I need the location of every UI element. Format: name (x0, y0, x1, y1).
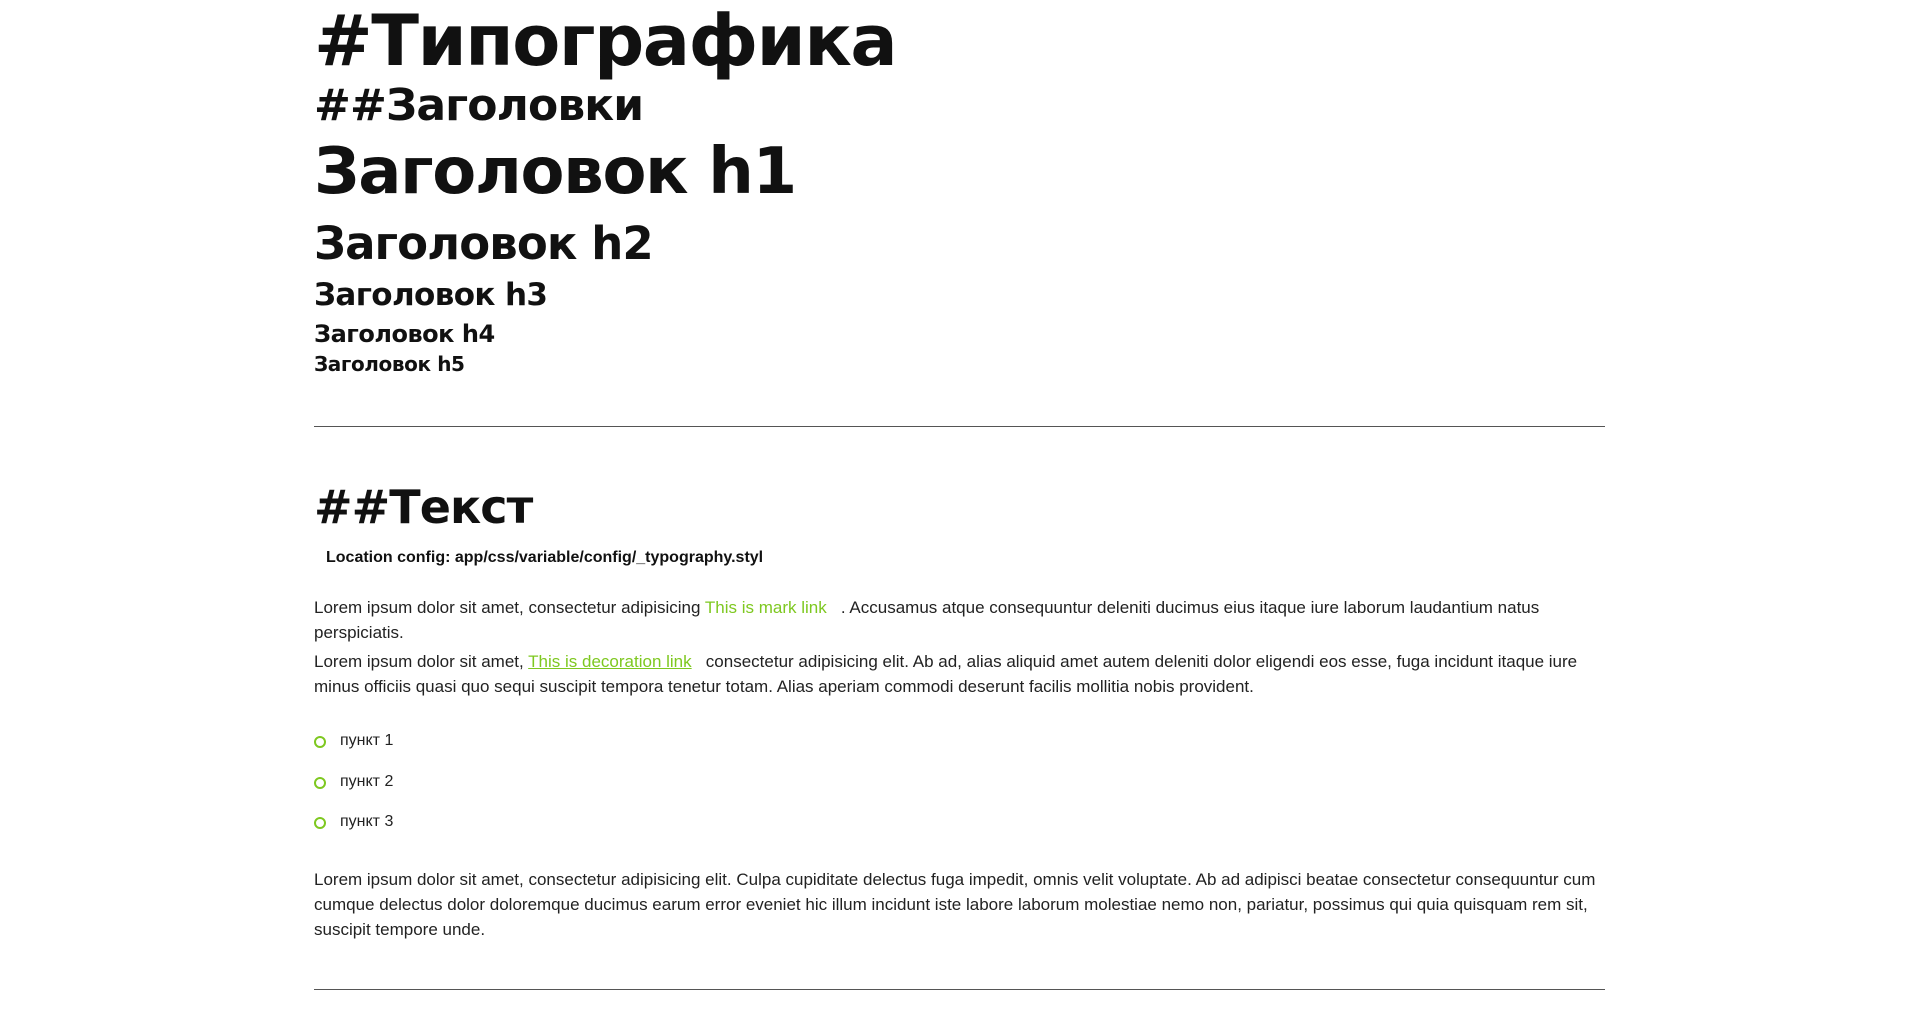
circle-bullet-icon (314, 776, 326, 789)
heading-h5-sample: Заголовок h5 (314, 352, 465, 376)
paragraph: Lorem ipsum dolor sit amet, consectetur … (314, 870, 1596, 939)
list-item-label: пункт 1 (340, 732, 394, 749)
section-title-text: ##Текст (314, 480, 533, 534)
heading-h3-sample: Заголовок h3 (314, 277, 548, 313)
heading-h4-sample: Заголовок h4 (314, 320, 495, 348)
circle-bullet-icon (314, 735, 326, 748)
heading-h2-sample: Заголовок h2 (314, 217, 654, 270)
heading-h1-sample: Заголовок h1 (314, 135, 797, 209)
decoration-link[interactable]: This is decoration link (528, 652, 691, 671)
list-item: пункт 1 (314, 732, 393, 750)
divider (314, 426, 1605, 427)
paragraph-text: Lorem ipsum dolor sit amet, consectetur … (314, 598, 705, 617)
paragraph-text: Lorem ipsum dolor sit amet, (314, 652, 529, 671)
paragraph: Lorem ipsum dolor sit amet, consectetur … (314, 595, 1604, 645)
list-item: пункт 2 (314, 773, 393, 791)
page-title: #Типографика (314, 0, 898, 82)
list-item-label: пункт 2 (340, 773, 394, 790)
paragraph: Lorem ipsum dolor sit amet, This is deco… (314, 649, 1604, 699)
divider (314, 989, 1605, 990)
circle-bullet-icon (314, 816, 326, 829)
list-item-label: пункт 3 (340, 813, 394, 830)
list-item: пункт 3 (314, 813, 393, 831)
mark-link[interactable]: This is mark link (705, 598, 827, 617)
section-title-headings: ##Заголовки (314, 80, 644, 131)
location-config: Location config: app/css/variable/config… (326, 549, 764, 566)
